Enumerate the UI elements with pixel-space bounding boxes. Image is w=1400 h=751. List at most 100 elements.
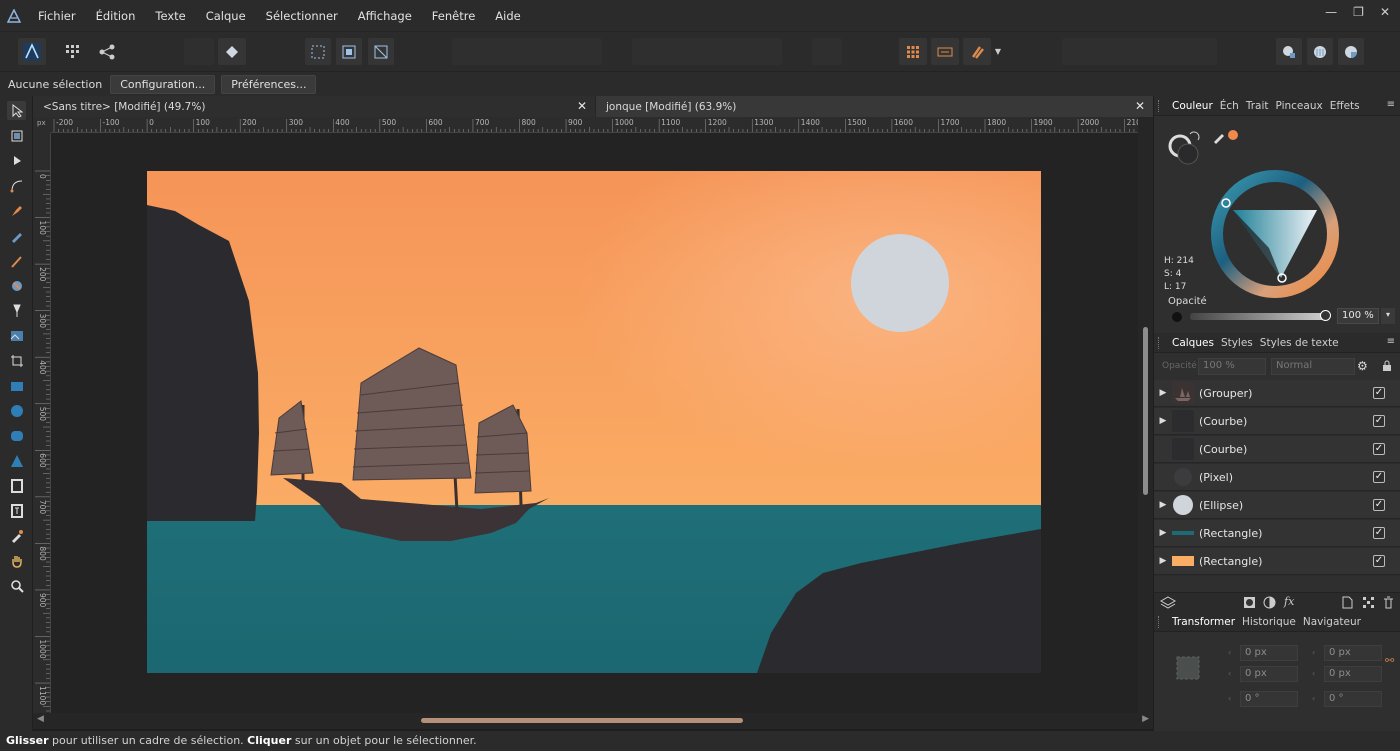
expand-icon[interactable]: ▶ <box>1154 528 1172 538</box>
vertical-scrollbar[interactable] <box>1138 117 1153 713</box>
mask-icon[interactable] <box>1243 596 1256 609</box>
place-image-icon[interactable] <box>7 326 26 345</box>
menu-texte[interactable]: Texte <box>145 9 195 23</box>
toolbar-button[interactable] <box>184 38 214 65</box>
crop-tool-icon[interactable] <box>7 351 26 370</box>
shape-tool-icon[interactable] <box>7 451 26 470</box>
fill-stroke-swatch-icon[interactable] <box>1168 130 1204 168</box>
insert-top-icon[interactable] <box>1338 38 1364 65</box>
grid-icon[interactable] <box>899 38 927 65</box>
close-tab-icon[interactable]: ✕ <box>577 99 587 113</box>
ellipse-tool-icon[interactable] <box>7 401 26 420</box>
scroll-thumb[interactable] <box>1143 327 1148 495</box>
scroll-left-icon[interactable]: ◀ <box>37 714 44 724</box>
opacity-dropdown-icon[interactable]: ▾ <box>1381 308 1395 324</box>
scroll-thumb[interactable] <box>421 718 743 723</box>
shear-field[interactable]: 0 ° <box>1324 691 1382 707</box>
opacity-value-field[interactable]: 100 % <box>1337 308 1379 324</box>
layer-row-ellipse[interactable]: ▶ (Ellipse) ✓ <box>1154 492 1400 519</box>
color-wheel[interactable] <box>1209 168 1341 300</box>
menu-edition[interactable]: Édition <box>86 9 146 23</box>
expand-icon[interactable]: ▶ <box>1154 500 1172 510</box>
guides-icon[interactable] <box>931 38 959 65</box>
close-window-icon[interactable]: ✕ <box>1380 5 1390 19</box>
menu-selectionner[interactable]: Sélectionner <box>256 9 348 23</box>
rotation-field[interactable]: 0 ° <box>1240 691 1298 707</box>
magnet-snapping-icon[interactable] <box>963 38 991 65</box>
panel-menu-icon[interactable]: ≡ <box>1387 99 1395 110</box>
close-tab-icon[interactable]: ✕ <box>1135 99 1145 113</box>
w-field[interactable]: 0 px <box>1324 645 1382 661</box>
tab-jonque[interactable]: jonque [Modifié] (63.9%) ✕ <box>596 96 1153 117</box>
assets-icon[interactable] <box>218 38 246 65</box>
zoom-tool-icon[interactable] <box>7 576 26 595</box>
tab-styles[interactable]: Styles <box>1221 337 1253 349</box>
expand-icon[interactable]: ▶ <box>1154 388 1172 398</box>
menu-calque[interactable]: Calque <box>196 9 256 23</box>
visibility-checkbox[interactable]: ✓ <box>1373 415 1385 427</box>
pixel-persona-icon[interactable] <box>60 38 86 65</box>
move-tool-icon[interactable] <box>7 101 26 120</box>
export-persona-icon[interactable] <box>94 38 120 65</box>
opacity-slider[interactable] <box>1190 313 1326 320</box>
layer-row-pixel[interactable]: (Pixel) ✓ <box>1154 464 1400 491</box>
corner-tool-icon[interactable] <box>7 176 26 195</box>
add-pixel-layer-icon[interactable] <box>1362 596 1374 609</box>
blend-mode-select[interactable]: Normal <box>1271 358 1355 375</box>
tab-navigateur[interactable]: Navigateur <box>1303 616 1361 628</box>
menu-affichage[interactable]: Affichage <box>348 9 422 23</box>
layer-row-courbe[interactable]: (Courbe) ✓ <box>1154 436 1400 463</box>
tab-calques[interactable]: Calques <box>1172 337 1214 349</box>
visibility-checkbox[interactable]: ✓ <box>1373 527 1385 539</box>
layer-opacity-field[interactable]: 100 % <box>1198 358 1266 375</box>
fill-tool-icon[interactable] <box>7 276 26 295</box>
artboard-tool-icon[interactable] <box>7 126 26 145</box>
delete-layer-icon[interactable] <box>1383 596 1394 609</box>
color-picker-tool-icon[interactable] <box>7 526 26 545</box>
tab-sans-titre[interactable]: <Sans titre> [Modifié] (49.7%) ✕ <box>33 96 595 117</box>
snap-geometry-icon[interactable] <box>368 38 394 65</box>
artistic-text-tool-icon[interactable] <box>7 476 26 495</box>
insert-inside-icon[interactable] <box>1276 38 1302 65</box>
configuration-button[interactable]: Configuration... <box>110 74 216 94</box>
horizontal-scrollbar[interactable]: ◀ ▶ <box>33 713 1153 729</box>
tab-effets[interactable]: Effets <box>1330 100 1360 112</box>
canvas-area[interactable] <box>51 133 1138 713</box>
adjustment-icon[interactable] <box>1263 596 1276 609</box>
y-field[interactable]: 0 px <box>1240 666 1298 682</box>
h-field[interactable]: 0 px <box>1324 666 1382 682</box>
gear-icon[interactable]: ⚙ <box>1357 359 1368 373</box>
rectangle-tool-icon[interactable] <box>7 376 26 395</box>
eyedropper-icon[interactable] <box>1212 128 1242 144</box>
tab-historique[interactable]: Historique <box>1242 616 1296 628</box>
tab-transformer[interactable]: Transformer <box>1172 616 1235 628</box>
expand-icon[interactable]: ▶ <box>1154 556 1172 566</box>
layer-row-grouper[interactable]: ▶ (Grouper) ✓ <box>1154 380 1400 407</box>
visibility-checkbox[interactable]: ✓ <box>1373 387 1385 399</box>
snap-icon[interactable] <box>305 38 331 65</box>
anchor-point-icon[interactable] <box>1174 654 1202 682</box>
frame-text-tool-icon[interactable] <box>7 501 26 520</box>
boolean-buttons-group[interactable] <box>1062 38 1217 65</box>
layer-row-courbe[interactable]: ▶ (Courbe) ✓ <box>1154 408 1400 435</box>
tab-styles-de-texte[interactable]: Styles de texte <box>1260 337 1339 349</box>
transparency-tool-icon[interactable] <box>7 301 26 320</box>
snap-bounds-icon[interactable] <box>336 38 362 65</box>
opacity-slider-handle[interactable] <box>1320 310 1331 321</box>
layers-stack-icon[interactable] <box>1160 596 1176 610</box>
toolbar-button[interactable] <box>812 38 842 65</box>
minimize-icon[interactable]: — <box>1325 5 1337 19</box>
scroll-right-icon[interactable]: ▶ <box>1142 714 1149 724</box>
vector-brush-tool-icon[interactable] <box>7 251 26 270</box>
menu-fenetre[interactable]: Fenêtre <box>422 9 485 23</box>
align-buttons-group[interactable] <box>452 38 602 65</box>
tab-pinceaux[interactable]: Pinceaux <box>1275 100 1322 112</box>
pen-tool-icon[interactable] <box>7 201 26 220</box>
node-tool-icon[interactable] <box>7 151 26 170</box>
link-icon[interactable]: ⚯ <box>1385 654 1394 667</box>
fx-icon[interactable]: fx <box>1284 595 1294 608</box>
artwork[interactable] <box>51 133 1138 713</box>
visibility-checkbox[interactable]: ✓ <box>1373 499 1385 511</box>
chevron-down-icon[interactable]: ▼ <box>993 38 1003 65</box>
designer-persona-icon[interactable] <box>18 38 46 65</box>
